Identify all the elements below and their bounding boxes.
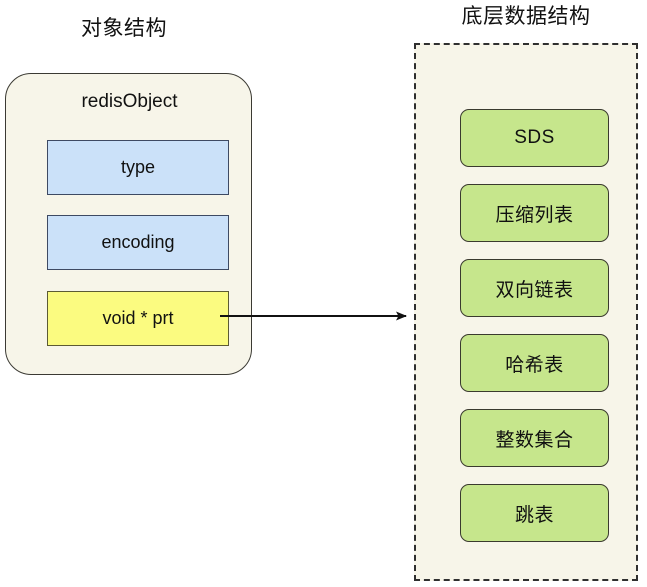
redis-object-card-title: redisObject	[81, 91, 178, 112]
field-encoding: encoding	[47, 215, 229, 270]
data-structures-panel: SDS 压缩列表 双向链表 哈希表 整数集合 跳表	[414, 43, 638, 581]
field-void-pointer: void * prt	[47, 291, 229, 346]
pointer-arrow-icon	[220, 311, 407, 321]
right-panel-title: 底层数据结构	[461, 5, 591, 28]
redis-object-card: redisObject type encoding void * prt	[5, 73, 252, 375]
field-type: type	[47, 140, 229, 195]
structure-item-skiplist: 跳表	[460, 484, 609, 542]
structure-item-intset: 整数集合	[460, 409, 609, 467]
structure-item-ziplist: 压缩列表	[460, 184, 609, 242]
left-panel-title: 对象结构	[81, 17, 167, 40]
diagram-canvas: 对象结构 底层数据结构 redisObject type encoding vo…	[0, 0, 647, 587]
structure-item-hashtable: 哈希表	[460, 334, 609, 392]
structure-item-linkedlist: 双向链表	[460, 259, 609, 317]
structure-item-sds: SDS	[460, 109, 609, 167]
